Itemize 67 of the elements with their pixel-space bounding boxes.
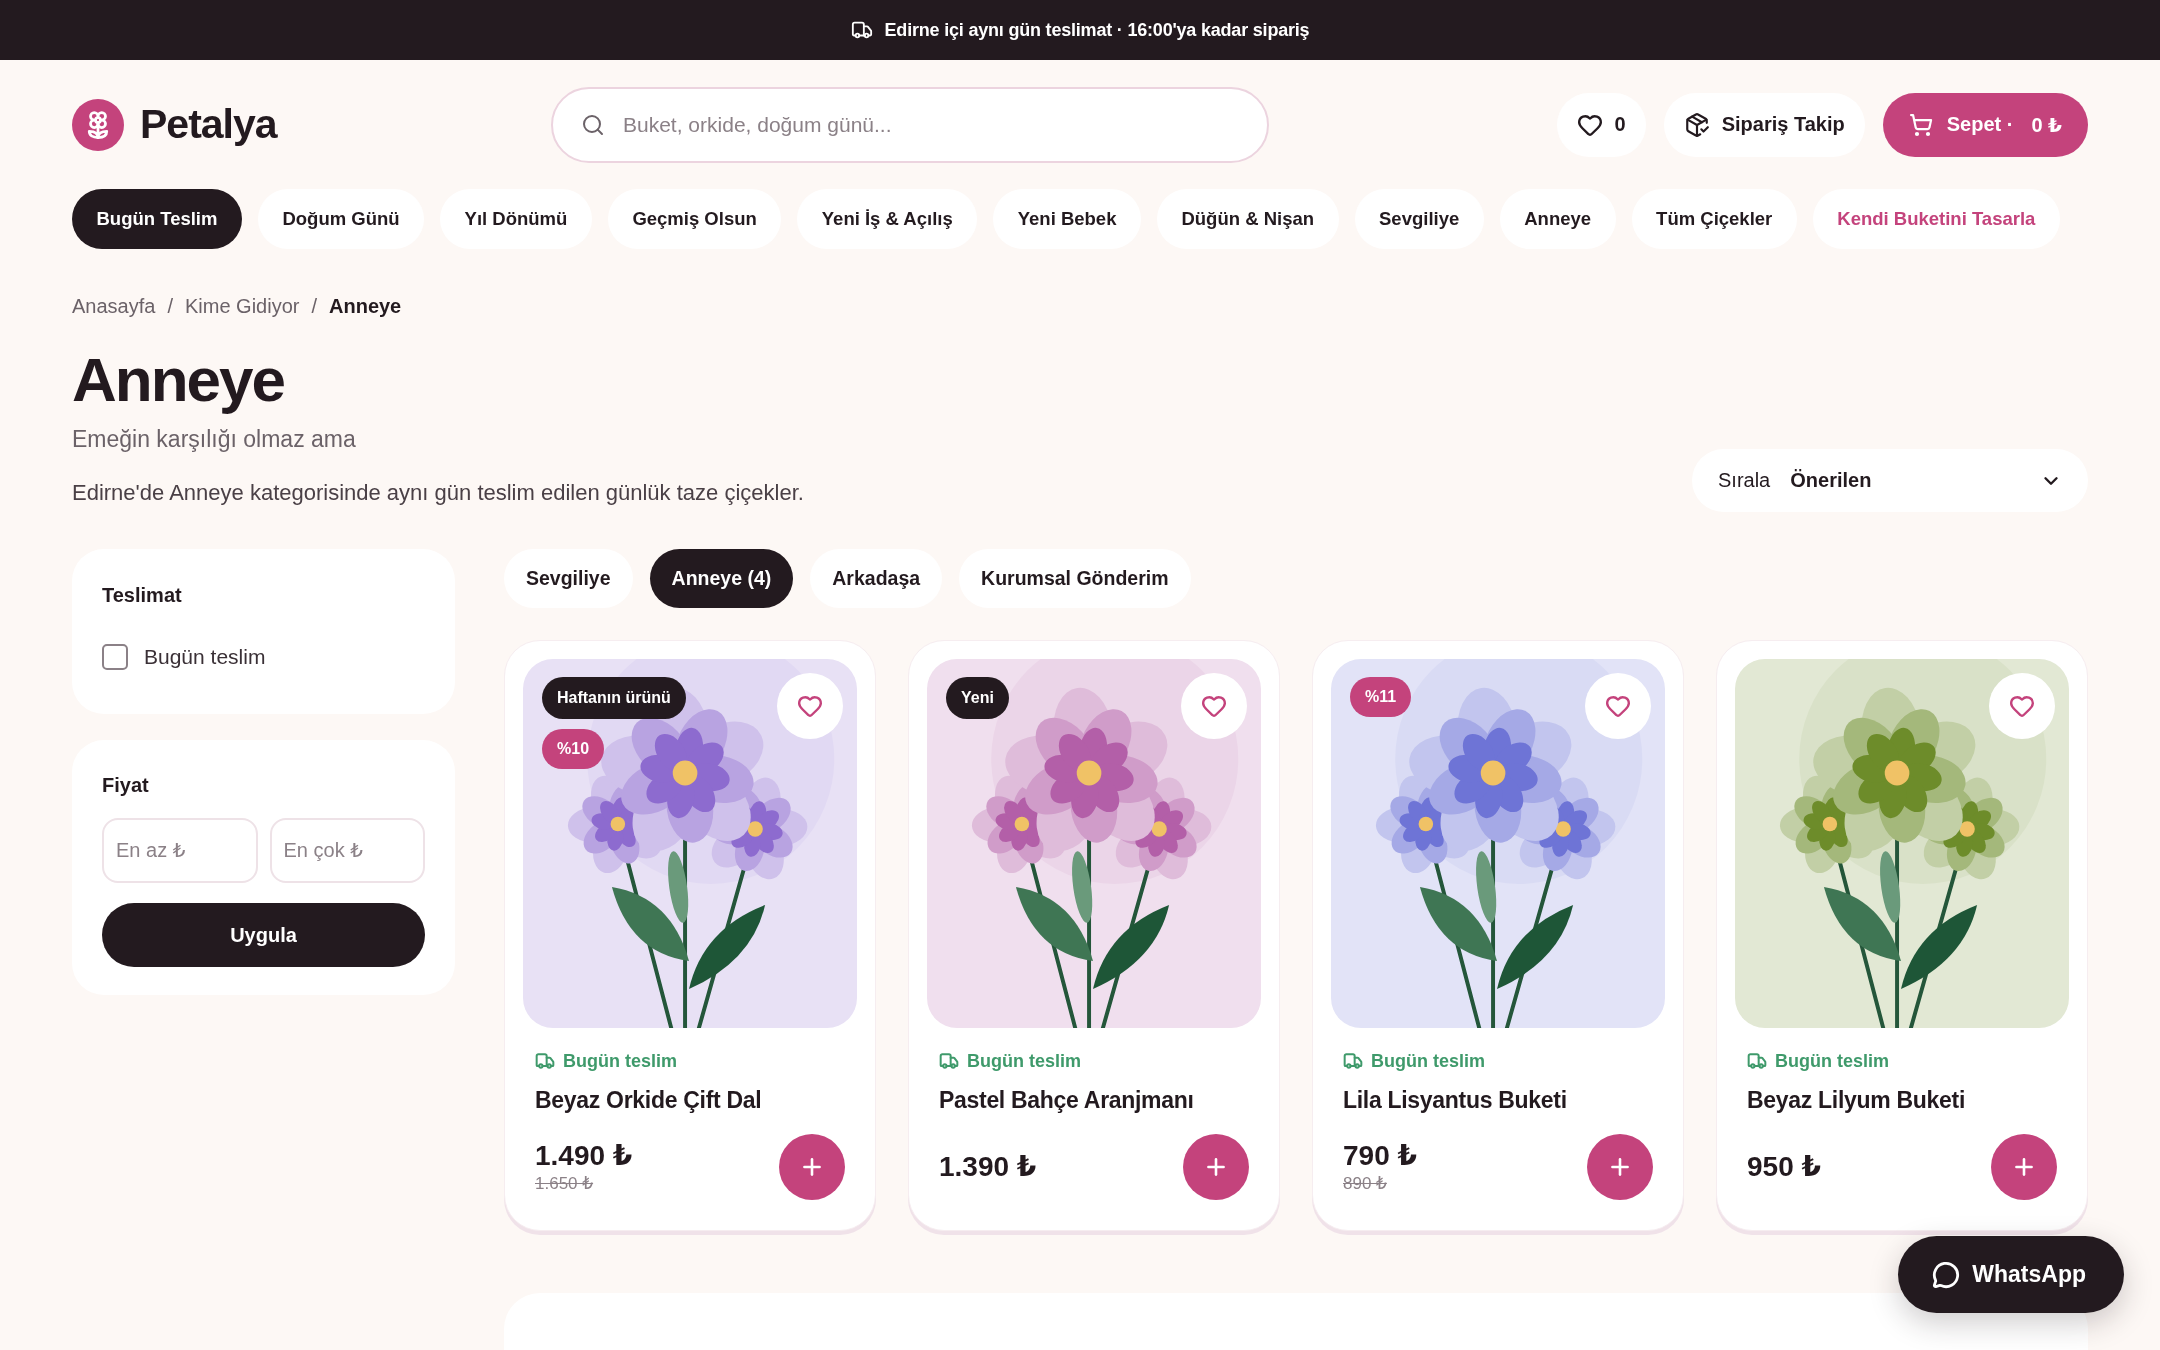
old-price: 1.650 ₺: [535, 1173, 594, 1195]
min-price-field[interactable]: En az ₺: [102, 818, 258, 883]
breadcrumb-current: Anneye: [329, 294, 402, 319]
product-price: 950 ₺: [1747, 1150, 1821, 1184]
product-name[interactable]: Beyaz Lilyum Buketi: [1747, 1085, 2057, 1115]
nav-tab[interactable]: Doğum Günü: [257, 189, 425, 249]
brand-name[interactable]: Petalya: [140, 101, 277, 148]
nav-tab[interactable]: Yıl Dönümü: [440, 189, 592, 249]
nav-tab[interactable]: Tüm Çiçekler: [1631, 189, 1797, 249]
delivery-label: Bugün teslim: [967, 1050, 1081, 1073]
nav-tab[interactable]: Bugün Teslim: [72, 189, 242, 249]
flower-logo-icon[interactable]: [72, 98, 124, 151]
truck-icon: [939, 1051, 959, 1071]
cart-icon: [1908, 112, 1933, 137]
truck-icon: [1343, 1051, 1363, 1071]
whatsapp-button[interactable]: WhatsApp: [1898, 1236, 2124, 1313]
breadcrumb-link[interactable]: Kime Gidiyor: [184, 292, 300, 320]
filter-title: Teslimat: [102, 583, 183, 607]
filter-chip[interactable]: Anneye (4): [649, 549, 794, 608]
product-name[interactable]: Pastel Bahçe Aranjmanı: [939, 1085, 1249, 1115]
apply-button[interactable]: Uygula: [102, 903, 425, 967]
delivery-label: Bugün teslim: [1775, 1050, 1889, 1073]
breadcrumb-link[interactable]: Anasayfa: [72, 292, 156, 320]
announcement-text: Edirne içi aynı gün teslimat · 16:00'ya kadar sipariş: [884, 19, 1310, 41]
product-price: 790 ₺: [1343, 1139, 1417, 1173]
product-name[interactable]: Beyaz Orkide Çift Dal: [535, 1085, 845, 1115]
filter-chip[interactable]: Sevgiliye: [504, 549, 633, 608]
delivery-label: Bugün teslim: [563, 1050, 677, 1073]
favorites-button[interactable]: 0: [1556, 92, 1646, 157]
nav-tab[interactable]: Anneye: [1499, 189, 1616, 249]
nav-tab[interactable]: Yeni Bebek: [993, 189, 1141, 249]
filter-chip[interactable]: Arkadaşa: [810, 549, 943, 608]
page-subtitle: Emeğin karşılığı olmaz ama: [72, 425, 356, 454]
delivery-label: Bugün teslim: [1371, 1050, 1485, 1073]
truck-icon: [850, 19, 873, 41]
nav-tab[interactable]: Kendi Buketini Tasarla: [1812, 189, 2060, 249]
breadcrumb-separator: /: [311, 294, 317, 319]
search-icon: [581, 112, 605, 137]
product-price: 1.390 ₺: [939, 1150, 1037, 1184]
truck-icon: [1747, 1051, 1767, 1071]
checkbox-label[interactable]: Bugün teslim: [144, 642, 266, 672]
cart-button[interactable]: Sepet · 0 ₺: [1882, 92, 2088, 157]
checkbox[interactable]: [102, 644, 128, 670]
chat-bubble-icon: [1932, 1260, 1961, 1289]
heart-icon: [1201, 693, 1227, 719]
sort-dropdown[interactable]: Sırala Önerilen: [1692, 449, 2088, 512]
nav-tab[interactable]: Düğün & Nişan: [1156, 189, 1339, 249]
product-name[interactable]: Lila Lisyantus Buketi: [1343, 1085, 1653, 1115]
nav-tab[interactable]: Geçmiş Olsun: [607, 189, 782, 249]
breadcrumb-separator: /: [167, 294, 173, 319]
nav-tab[interactable]: Sevgiliye: [1354, 189, 1484, 249]
heart-icon: [797, 693, 823, 719]
old-price: 890 ₺: [1343, 1173, 1387, 1195]
heart-icon: [2009, 693, 2035, 719]
product-tag: Haftanın ürünü: [542, 677, 686, 719]
order-tracking-button[interactable]: Sipariş Takip: [1663, 92, 1865, 157]
filter-title: Fiyat: [102, 773, 150, 797]
page-title: Anneye: [72, 345, 284, 415]
truck-icon: [535, 1051, 555, 1071]
search-field[interactable]: Buket, orkide, doğum günü...: [551, 86, 1269, 163]
package-icon: [1683, 111, 1710, 138]
page-description: Edirne'de Anneye kategorisinde aynı gün teslim edilen günlük taze çiçekler.: [72, 479, 804, 507]
filter-chip[interactable]: Kurumsal Gönderim: [959, 549, 1191, 608]
heart-icon: [1605, 693, 1631, 719]
product-price: 1.490 ₺: [535, 1139, 633, 1173]
max-price-field[interactable]: En çok ₺: [269, 818, 425, 883]
nav-tab[interactable]: Yeni İş & Açılış: [797, 189, 978, 249]
